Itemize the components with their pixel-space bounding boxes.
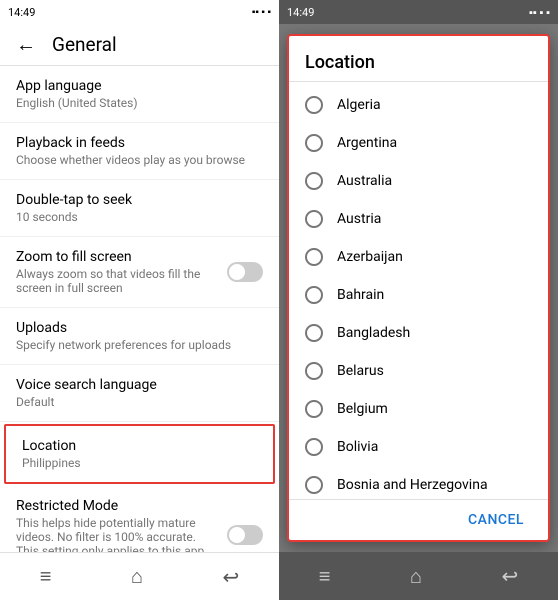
setting-label: Playback in feeds: [16, 135, 263, 151]
setting-value: Default: [16, 395, 263, 409]
country-name: Bolivia: [337, 439, 378, 455]
home-icon[interactable]: ⌂: [131, 564, 143, 589]
restricted-mode-toggle[interactable]: [227, 525, 263, 545]
country-list[interactable]: Algeria Argentina Australia Austria Azer: [289, 82, 548, 499]
setting-label: Voice search language: [16, 377, 263, 393]
list-item[interactable]: Bosnia and Herzegovina: [289, 466, 548, 499]
setting-label: Double-tap to seek: [16, 192, 263, 208]
setting-value: Philippines: [22, 456, 257, 470]
time-display: 14:49: [8, 6, 35, 19]
radio-button[interactable]: [305, 134, 323, 152]
list-item[interactable]: Austria: [289, 200, 548, 238]
setting-value: 10 seconds: [16, 210, 263, 224]
setting-value: English (United States): [16, 96, 263, 110]
setting-playback-in-feeds[interactable]: Playback in feeds Choose whether videos …: [0, 123, 279, 180]
settings-list: App language English (United States) Pla…: [0, 66, 279, 552]
list-item[interactable]: Bangladesh: [289, 314, 548, 352]
status-time: 14:49: [8, 6, 35, 19]
dialog-title: Location: [305, 52, 532, 73]
setting-voice-search[interactable]: Voice search language Default: [0, 365, 279, 422]
country-name: Bahrain: [337, 287, 384, 303]
country-name: Azerbaijan: [337, 249, 403, 265]
right-status-icons: ▪▪ ▪ ▪: [529, 6, 550, 19]
radio-button[interactable]: [305, 362, 323, 380]
right-home-icon[interactable]: ⌂: [410, 564, 422, 589]
page-header: ← General: [0, 24, 279, 66]
right-nav-bar: ≡ ⌂ ↩: [279, 552, 558, 600]
country-name: Argentina: [337, 135, 397, 151]
cancel-button[interactable]: CANCEL: [460, 508, 532, 532]
back-icon[interactable]: ↩: [222, 565, 239, 589]
nav-bar: ≡ ⌂ ↩: [0, 552, 279, 600]
list-item[interactable]: Bolivia: [289, 428, 548, 466]
list-item[interactable]: Belarus: [289, 352, 548, 390]
right-panel: 14:49 ▪▪ ▪ ▪ Location Algeria Argentina: [279, 0, 558, 600]
list-item[interactable]: Bahrain: [289, 276, 548, 314]
setting-label: Zoom to fill screen: [16, 249, 227, 265]
setting-zoom-to-fill[interactable]: Zoom to fill screen Always zoom so that …: [0, 237, 279, 308]
right-menu-icon[interactable]: ≡: [319, 564, 331, 589]
radio-button[interactable]: [305, 248, 323, 266]
country-name: Australia: [337, 173, 392, 189]
back-button[interactable]: ←: [16, 32, 36, 57]
list-item[interactable]: Australia: [289, 162, 548, 200]
radio-button[interactable]: [305, 96, 323, 114]
right-background: Location Algeria Argentina Australia: [279, 24, 558, 552]
status-bar-left: 14:49 ▪▪ ▪ ▪: [0, 0, 279, 24]
status-icons: ▪▪ ▪ ▪: [252, 7, 271, 18]
setting-app-language[interactable]: App language English (United States): [0, 66, 279, 123]
setting-value: Always zoom so that videos fill the scre…: [16, 267, 227, 295]
country-name: Austria: [337, 211, 381, 227]
radio-button[interactable]: [305, 324, 323, 342]
radio-button[interactable]: [305, 400, 323, 418]
setting-restricted-mode[interactable]: Restricted Mode This helps hide potentia…: [0, 486, 279, 552]
right-status-bar: 14:49 ▪▪ ▪ ▪: [279, 0, 558, 24]
setting-value: Choose whether videos play as you browse: [16, 153, 263, 167]
list-item[interactable]: Algeria: [289, 86, 548, 124]
setting-location[interactable]: Location Philippines: [4, 424, 275, 484]
radio-button[interactable]: [305, 286, 323, 304]
setting-toggle-row: Zoom to fill screen Always zoom so that …: [16, 249, 263, 295]
location-dialog: Location Algeria Argentina Australia: [287, 34, 550, 542]
country-name: Algeria: [337, 97, 381, 113]
setting-label: Restricted Mode: [16, 498, 219, 514]
setting-double-tap[interactable]: Double-tap to seek 10 seconds: [0, 180, 279, 237]
setting-value: Specify network preferences for uploads: [16, 338, 263, 352]
radio-button[interactable]: [305, 476, 323, 494]
left-panel: 14:49 ▪▪ ▪ ▪ ← General App language Engl…: [0, 0, 279, 600]
country-name: Belgium: [337, 401, 388, 417]
menu-icon[interactable]: ≡: [40, 564, 52, 589]
list-item[interactable]: Belgium: [289, 390, 548, 428]
setting-label: Uploads: [16, 320, 263, 336]
country-name: Belarus: [337, 363, 384, 379]
list-item[interactable]: Argentina: [289, 124, 548, 162]
dialog-header: Location: [289, 36, 548, 82]
setting-toggle-row: Restricted Mode This helps hide potentia…: [16, 498, 263, 552]
setting-label: Location: [22, 438, 257, 454]
setting-label: App language: [16, 78, 263, 94]
dialog-footer: CANCEL: [289, 499, 548, 540]
setting-text: Restricted Mode This helps hide potentia…: [16, 498, 219, 552]
page-title: General: [52, 33, 117, 56]
country-name: Bosnia and Herzegovina: [337, 477, 488, 493]
radio-button[interactable]: [305, 172, 323, 190]
radio-button[interactable]: [305, 210, 323, 228]
country-name: Bangladesh: [337, 325, 410, 341]
setting-uploads[interactable]: Uploads Specify network preferences for …: [0, 308, 279, 365]
zoom-toggle[interactable]: [227, 262, 263, 282]
radio-button[interactable]: [305, 438, 323, 456]
setting-value: This helps hide potentially mature video…: [16, 516, 219, 552]
list-item[interactable]: Azerbaijan: [289, 238, 548, 276]
right-time: 14:49: [287, 6, 314, 19]
right-back-icon[interactable]: ↩: [501, 564, 518, 588]
setting-text: Zoom to fill screen Always zoom so that …: [16, 249, 227, 295]
